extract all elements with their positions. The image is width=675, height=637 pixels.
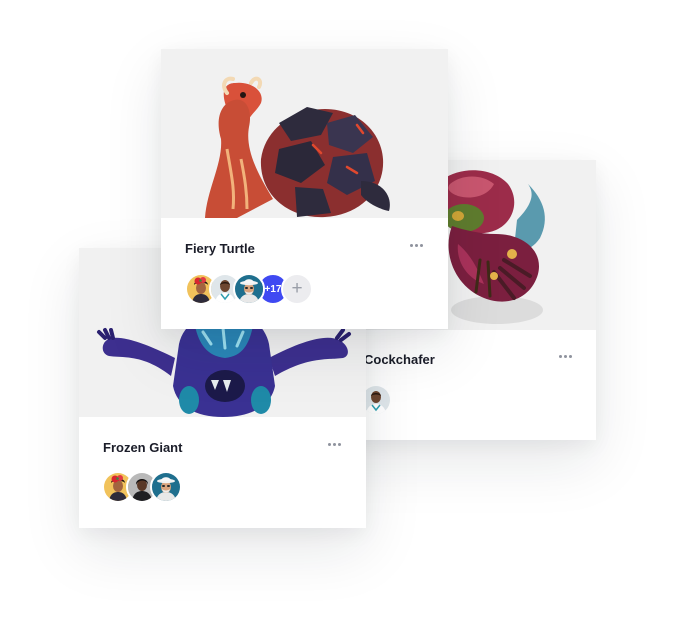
- more-options-icon[interactable]: [410, 244, 423, 247]
- fiery-turtle-monster-illustration: [205, 76, 390, 218]
- more-options-icon[interactable]: [328, 443, 341, 446]
- avatar-man-white-hat-icon: [152, 473, 180, 501]
- avatar[interactable]: [233, 273, 265, 305]
- card-fiery-turtle[interactable]: Fiery Turtle +17 +: [161, 49, 448, 329]
- avatar[interactable]: [150, 471, 182, 503]
- member-avatars: +17 +: [185, 273, 313, 305]
- member-avatars: [102, 471, 182, 503]
- fiery-turtle-image: [161, 49, 448, 218]
- plus-icon: +: [291, 278, 303, 299]
- card-title: Frozen Giant: [103, 440, 183, 455]
- avatar-man-white-tee-icon: [362, 386, 390, 414]
- avatar-man-white-hat-icon: [235, 275, 263, 303]
- more-options-icon[interactable]: [559, 355, 572, 358]
- card-title: Fiery Turtle: [185, 241, 255, 256]
- card-title: Cockchafer: [364, 352, 435, 367]
- add-member-button[interactable]: +: [281, 273, 313, 305]
